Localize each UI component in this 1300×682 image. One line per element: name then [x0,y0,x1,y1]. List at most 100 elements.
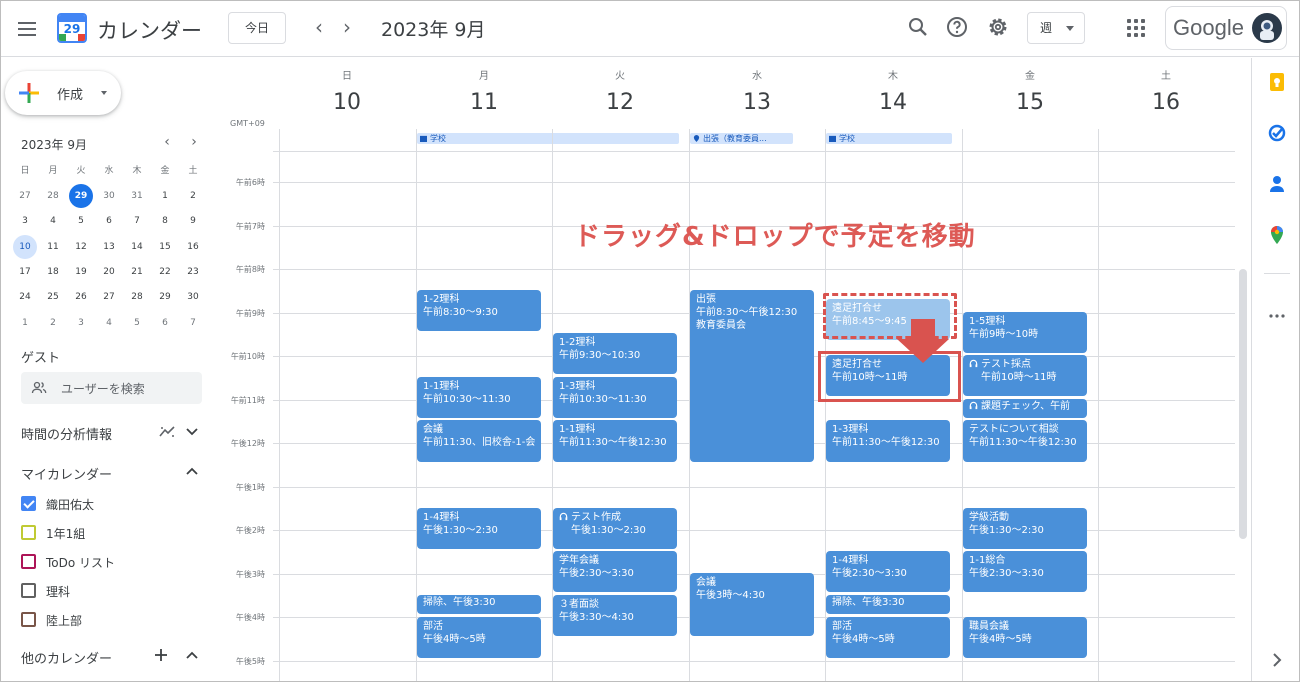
calendar-event[interactable]: 1-3理科 午前11:30～午後12:30 [826,420,950,462]
calendar-event[interactable]: 部活 午後4時～5時 [826,617,950,658]
calendar-event[interactable]: 1-3理科 午前10:30～11:30 [553,377,677,418]
day-header[interactable]: 水 13 [689,67,825,115]
mini-calendar-day[interactable]: 3 [13,209,37,233]
mini-calendar-day[interactable]: 7 [181,311,205,335]
calendar-event[interactable]: 会議 午後3時～4:30 [690,573,814,636]
mini-calendar-day[interactable]: 5 [125,311,149,335]
mini-calendar-day[interactable]: 11 [41,235,65,259]
day-number[interactable]: 11 [416,90,552,115]
day-header[interactable]: 金 15 [962,67,1098,115]
mini-calendar-day[interactable]: 28 [125,285,149,309]
day-header[interactable]: 月 11 [416,67,552,115]
calendar-event[interactable]: 1-1総合 午後2:30～3:30 [963,551,1087,592]
calendar-event[interactable]: 課題チェック、午前 [963,399,1087,418]
mini-calendar-day[interactable]: 2 [41,311,65,335]
calendar-event[interactable]: 1-1理科 午前10:30～11:30 [417,377,541,418]
mini-calendar-day[interactable]: 27 [13,184,37,208]
mini-calendar-day[interactable]: 29 [69,184,93,208]
calendar-event[interactable]: テストについて相談 午前11:30～午後12:30 [963,420,1087,462]
calendar-event[interactable]: 部活 午後4時～5時 [417,617,541,658]
mini-calendar-day[interactable]: 21 [125,260,149,284]
mini-calendar-day[interactable]: 23 [181,260,205,284]
help-icon[interactable] [945,15,969,39]
mini-calendar-day[interactable]: 28 [41,184,65,208]
keep-icon[interactable] [1267,72,1287,92]
calendar-event[interactable]: 1-5理科 午前9時～10時 [963,312,1087,353]
mini-calendar-day[interactable]: 26 [69,285,93,309]
mini-prev-button[interactable]: ‹ [158,133,176,151]
mini-calendar-day[interactable]: 7 [125,209,149,233]
calendar-event[interactable]: 掃除、午後3:30 [417,595,541,614]
calendar-checkbox[interactable] [21,554,36,569]
calendar-event[interactable]: テスト採点 午前10時～11時 [963,355,1087,396]
mini-calendar-day[interactable]: 31 [125,184,149,208]
mini-calendar-day[interactable]: 6 [153,311,177,335]
mini-calendar-day[interactable]: 1 [153,184,177,208]
allday-event[interactable]: 学校 [826,133,952,144]
mini-calendar-day[interactable]: 4 [97,311,121,335]
mini-calendar-day[interactable]: 17 [13,260,37,284]
chevron-down-icon[interactable] [185,425,199,439]
other-calendars-label[interactable]: 他のカレンダー [21,648,112,667]
mini-calendar-day[interactable]: 30 [181,285,205,309]
calendar-event[interactable]: 1-1理科 午前11:30～午後12:30 [553,420,677,462]
day-number[interactable]: 10 [279,90,415,115]
calendar-event[interactable]: 掃除、午後3:30 [826,595,950,614]
mini-calendar-day[interactable]: 24 [13,285,37,309]
avatar[interactable] [1252,13,1282,43]
calendar-event[interactable]: 1-4理科 午後1:30～2:30 [417,508,541,549]
day-number[interactable]: 16 [1098,90,1234,115]
day-number[interactable]: 13 [689,90,825,115]
analytics-label[interactable]: 時間の分析情報 [21,424,112,443]
calendar-event[interactable]: 1-2理科 午前9:30～10:30 [553,333,677,374]
mini-calendar-day[interactable]: 6 [97,209,121,233]
mini-calendar-day[interactable]: 3 [69,311,93,335]
mini-calendar-day[interactable]: 25 [41,285,65,309]
chevron-right-icon[interactable] [1267,650,1287,670]
calendar-event[interactable]: ３者面談 午後3:30～4:30 [553,595,677,636]
day-number[interactable]: 12 [552,90,688,115]
calendar-checkbox[interactable] [21,612,36,627]
mini-calendar-day[interactable]: 12 [69,235,93,259]
mini-calendar-day[interactable]: 15 [153,235,177,259]
mini-calendar-day[interactable]: 1 [13,311,37,335]
mini-calendar-day[interactable]: 5 [69,209,93,233]
allday-event[interactable]: 出張（教育委員... [690,133,793,144]
mini-calendar-day[interactable]: 8 [153,209,177,233]
calendar-logo[interactable]: 29 [57,13,87,43]
mini-calendar-day[interactable]: 14 [125,235,149,259]
mini-calendar-day[interactable]: 22 [153,260,177,284]
day-number[interactable]: 15 [962,90,1098,115]
more-icon[interactable] [1267,306,1287,326]
mini-calendar-day[interactable]: 27 [97,285,121,309]
view-selector[interactable]: 週 [1027,12,1085,44]
mini-calendar-day[interactable]: 9 [181,209,205,233]
menu-icon[interactable] [15,17,39,41]
my-calendars-label[interactable]: マイカレンダー [21,464,112,483]
add-icon[interactable] [154,648,168,662]
day-header[interactable]: 土 16 [1098,67,1234,115]
calendar-event[interactable]: 学年会議 午後2:30～3:30 [553,551,677,592]
calendar-event[interactable]: 出張 午前8:30～午後12:30 教育委員会 [690,290,814,462]
apps-icon[interactable] [1127,19,1145,37]
mini-calendar-day[interactable]: 13 [97,235,121,259]
mini-calendar-day[interactable]: 2 [181,184,205,208]
tasks-icon[interactable] [1267,123,1287,143]
day-header[interactable]: 木 14 [825,67,961,115]
prev-week-button[interactable]: ‹ [307,15,331,39]
calendar-event[interactable]: テスト作成 午後1:30～2:30 [553,508,677,549]
vertical-scrollbar[interactable] [1239,269,1247,539]
chevron-up-icon[interactable] [185,648,199,662]
mini-calendar-day[interactable]: 16 [181,235,205,259]
mini-calendar-day[interactable]: 4 [41,209,65,233]
day-header[interactable]: 火 12 [552,67,688,115]
calendar-event[interactable]: 1-2理科 午前8:30～9:30 [417,290,541,331]
today-button[interactable]: 今日 [228,12,286,44]
calendar-checkbox[interactable] [21,525,36,540]
mini-calendar-day[interactable]: 20 [97,260,121,284]
calendar-event[interactable]: 1-4理科 午後2:30～3:30 [826,551,950,592]
mini-calendar-day[interactable]: 29 [153,285,177,309]
search-icon[interactable] [906,15,930,39]
calendar-event[interactable]: 職員会議 午後4時～5時 [963,617,1087,658]
day-header[interactable]: 日 10 [279,67,415,115]
